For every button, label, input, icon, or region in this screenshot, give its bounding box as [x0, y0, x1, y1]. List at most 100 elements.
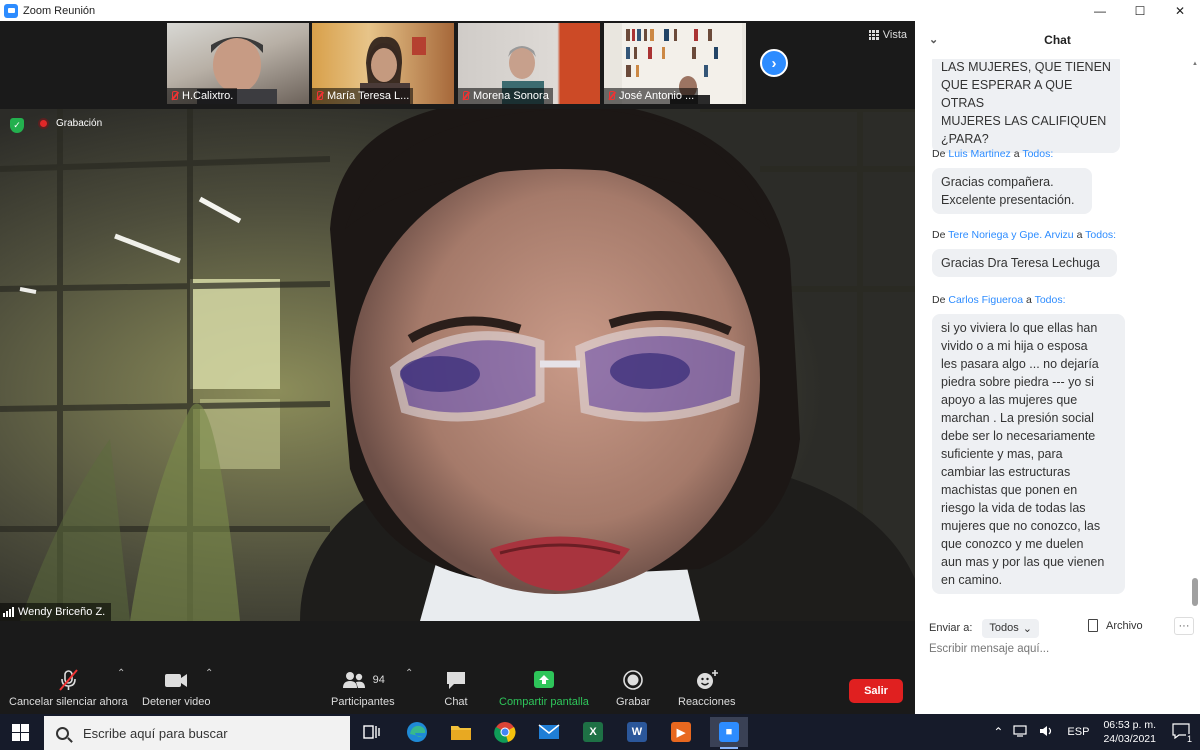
- muted-mic-icon: [461, 91, 470, 101]
- volume-icon[interactable]: [1039, 724, 1055, 741]
- chat-button[interactable]: Chat: [444, 668, 468, 708]
- next-page-button[interactable]: ›: [760, 49, 788, 77]
- file-button[interactable]: Archivo: [1088, 619, 1143, 632]
- participant-name: José Antonio ...: [619, 90, 695, 102]
- meeting-toolbar: Cancelar silenciar ahora ⌃ Detener video…: [0, 662, 915, 714]
- chat-header: ⌄ Chat: [915, 21, 1200, 59]
- network-icon[interactable]: [1013, 724, 1029, 740]
- zoom-taskbar-icon[interactable]: ■: [710, 717, 748, 749]
- speaker-name-tag: Wendy Briceño Z.: [0, 603, 112, 621]
- recipient-name: Todos:: [1034, 294, 1066, 306]
- participants-button[interactable]: 94 Participantes: [331, 668, 395, 708]
- show-hidden-icons-chevron[interactable]: ⌃: [993, 725, 1003, 739]
- participant-thumbnail[interactable]: H.Calixtro.: [167, 23, 309, 104]
- participant-name: H.Calixtro.: [182, 90, 234, 102]
- media-player-icon[interactable]: ▶: [666, 717, 696, 747]
- edge-browser-icon[interactable]: [402, 717, 432, 747]
- muted-mic-icon: [607, 91, 616, 101]
- record-label: Grabar: [616, 696, 651, 708]
- language-indicator[interactable]: ESP: [1067, 726, 1089, 738]
- chat-sender-line: De Carlos Figueroa a Todos:: [932, 294, 1066, 306]
- chat-panel: ⌄ Chat LAS MUJERES, QUE TIENEN QUE ESPER…: [915, 21, 1200, 714]
- grid-icon: [868, 30, 879, 40]
- audio-options-caret[interactable]: ⌃: [117, 668, 125, 679]
- recipient-value: Todos: [989, 622, 1019, 634]
- excel-icon[interactable]: X: [578, 717, 608, 747]
- muted-mic-icon: [315, 91, 324, 101]
- participant-name-tag: María Teresa L...: [312, 88, 414, 104]
- reactions-button[interactable]: Reacciones: [678, 668, 735, 708]
- close-button[interactable]: ✕: [1160, 0, 1200, 21]
- recording-indicator[interactable]: Grabación: [38, 118, 102, 129]
- stop-video-label: Detener video: [142, 696, 211, 708]
- sender-joiner: a: [1076, 229, 1083, 241]
- system-tray: ⌃ ESP 06:53 p. m. 24/03/2021 1: [993, 714, 1200, 750]
- sender-name[interactable]: Tere Noriega y Gpe. Arvizu: [948, 229, 1073, 241]
- unmute-button[interactable]: Cancelar silenciar ahora: [9, 668, 128, 708]
- word-icon[interactable]: W: [622, 717, 652, 747]
- recipient-name: Todos:: [1085, 229, 1117, 241]
- record-dot-icon: [38, 118, 49, 129]
- leave-button[interactable]: Salir: [849, 679, 903, 703]
- participants-label: Participantes: [331, 696, 395, 708]
- muted-microphone-icon: [56, 668, 80, 692]
- view-label: Vista: [882, 29, 907, 41]
- encryption-shield-icon[interactable]: ✓: [10, 118, 24, 133]
- chat-message-input[interactable]: Escribir mensaje aquí...: [929, 643, 1049, 655]
- unmute-label: Cancelar silenciar ahora: [9, 696, 128, 708]
- share-screen-button[interactable]: Compartir pantalla: [499, 668, 589, 708]
- window-title: Zoom Reunión: [23, 4, 96, 17]
- participant-name: Morena Sonora: [473, 90, 549, 102]
- chat-messages[interactable]: LAS MUJERES, QUE TIENEN QUE ESPERAR A QU…: [915, 59, 1200, 614]
- file-icon: [1088, 619, 1098, 632]
- recipient-name: Todos:: [1022, 148, 1054, 160]
- mail-icon[interactable]: [534, 717, 564, 747]
- sender-name[interactable]: Luis Martinez: [948, 148, 1010, 160]
- windows-start-icon[interactable]: [12, 724, 29, 741]
- scrollbar-thumb[interactable]: [1192, 578, 1198, 606]
- video-area: H.Calixtro. María Teresa L... Morena Son…: [0, 21, 915, 662]
- recording-label: Grabación: [56, 118, 103, 129]
- view-button[interactable]: Vista: [868, 29, 907, 41]
- participant-name-tag: Morena Sonora: [458, 88, 553, 104]
- search-placeholder: Escribe aquí para buscar: [83, 725, 228, 741]
- taskbar-search[interactable]: Escribe aquí para buscar: [44, 716, 350, 750]
- minimize-button[interactable]: —: [1080, 0, 1120, 21]
- participant-thumbnail[interactable]: María Teresa L...: [312, 23, 454, 104]
- chat-message: si yo viviera lo que ellas han vivido o …: [932, 314, 1125, 594]
- sender-prefix: De: [932, 229, 946, 241]
- participants-options-caret[interactable]: ⌃: [405, 668, 413, 679]
- notification-count-badge: 1: [1185, 733, 1193, 744]
- scroll-up-arrow-icon[interactable]: ▲: [1192, 61, 1198, 67]
- chrome-icon[interactable]: [490, 717, 520, 747]
- task-view-icon[interactable]: [356, 717, 386, 747]
- send-to-row: Enviar a: Todos ⌄ Archivo ···: [915, 617, 1200, 638]
- participant-thumbnail[interactable]: Morena Sonora: [458, 23, 600, 104]
- participants-count: 94: [372, 674, 385, 686]
- sender-name[interactable]: Carlos Figueroa: [948, 294, 1023, 306]
- speaker-video-frame: [0, 109, 915, 621]
- speaker-name: Wendy Briceño Z.: [18, 606, 106, 618]
- chat-scrollbar[interactable]: ▲: [1192, 61, 1198, 611]
- stop-video-button[interactable]: Detener video: [142, 668, 211, 708]
- recipient-dropdown[interactable]: Todos ⌄: [982, 618, 1039, 638]
- sender-prefix: De: [932, 294, 946, 306]
- video-options-caret[interactable]: ⌃: [205, 668, 213, 679]
- muted-mic-icon: [170, 91, 179, 101]
- video-camera-icon: [163, 668, 189, 692]
- participant-thumbnail[interactable]: José Antonio ...: [604, 23, 746, 104]
- zoom-window: Zoom Reunión — ☐ ✕ H.Calixtro. María Ter…: [0, 0, 1200, 714]
- collapse-chevron-icon[interactable]: ⌄: [929, 33, 938, 46]
- record-button[interactable]: Grabar: [616, 668, 650, 708]
- chat-title: Chat: [1044, 33, 1071, 47]
- share-screen-icon: [532, 668, 556, 692]
- more-options-button[interactable]: ···: [1174, 617, 1194, 635]
- chat-label: Chat: [444, 696, 468, 708]
- clock-time: 06:53 p. m.: [1103, 719, 1156, 731]
- share-screen-label: Compartir pantalla: [499, 696, 589, 708]
- notifications-icon[interactable]: 1: [1172, 722, 1193, 744]
- file-explorer-icon[interactable]: [446, 717, 476, 747]
- participant-name: María Teresa L...: [327, 90, 410, 102]
- maximize-button[interactable]: ☐: [1120, 0, 1160, 21]
- clock[interactable]: 06:53 p. m. 24/03/2021: [1103, 718, 1156, 746]
